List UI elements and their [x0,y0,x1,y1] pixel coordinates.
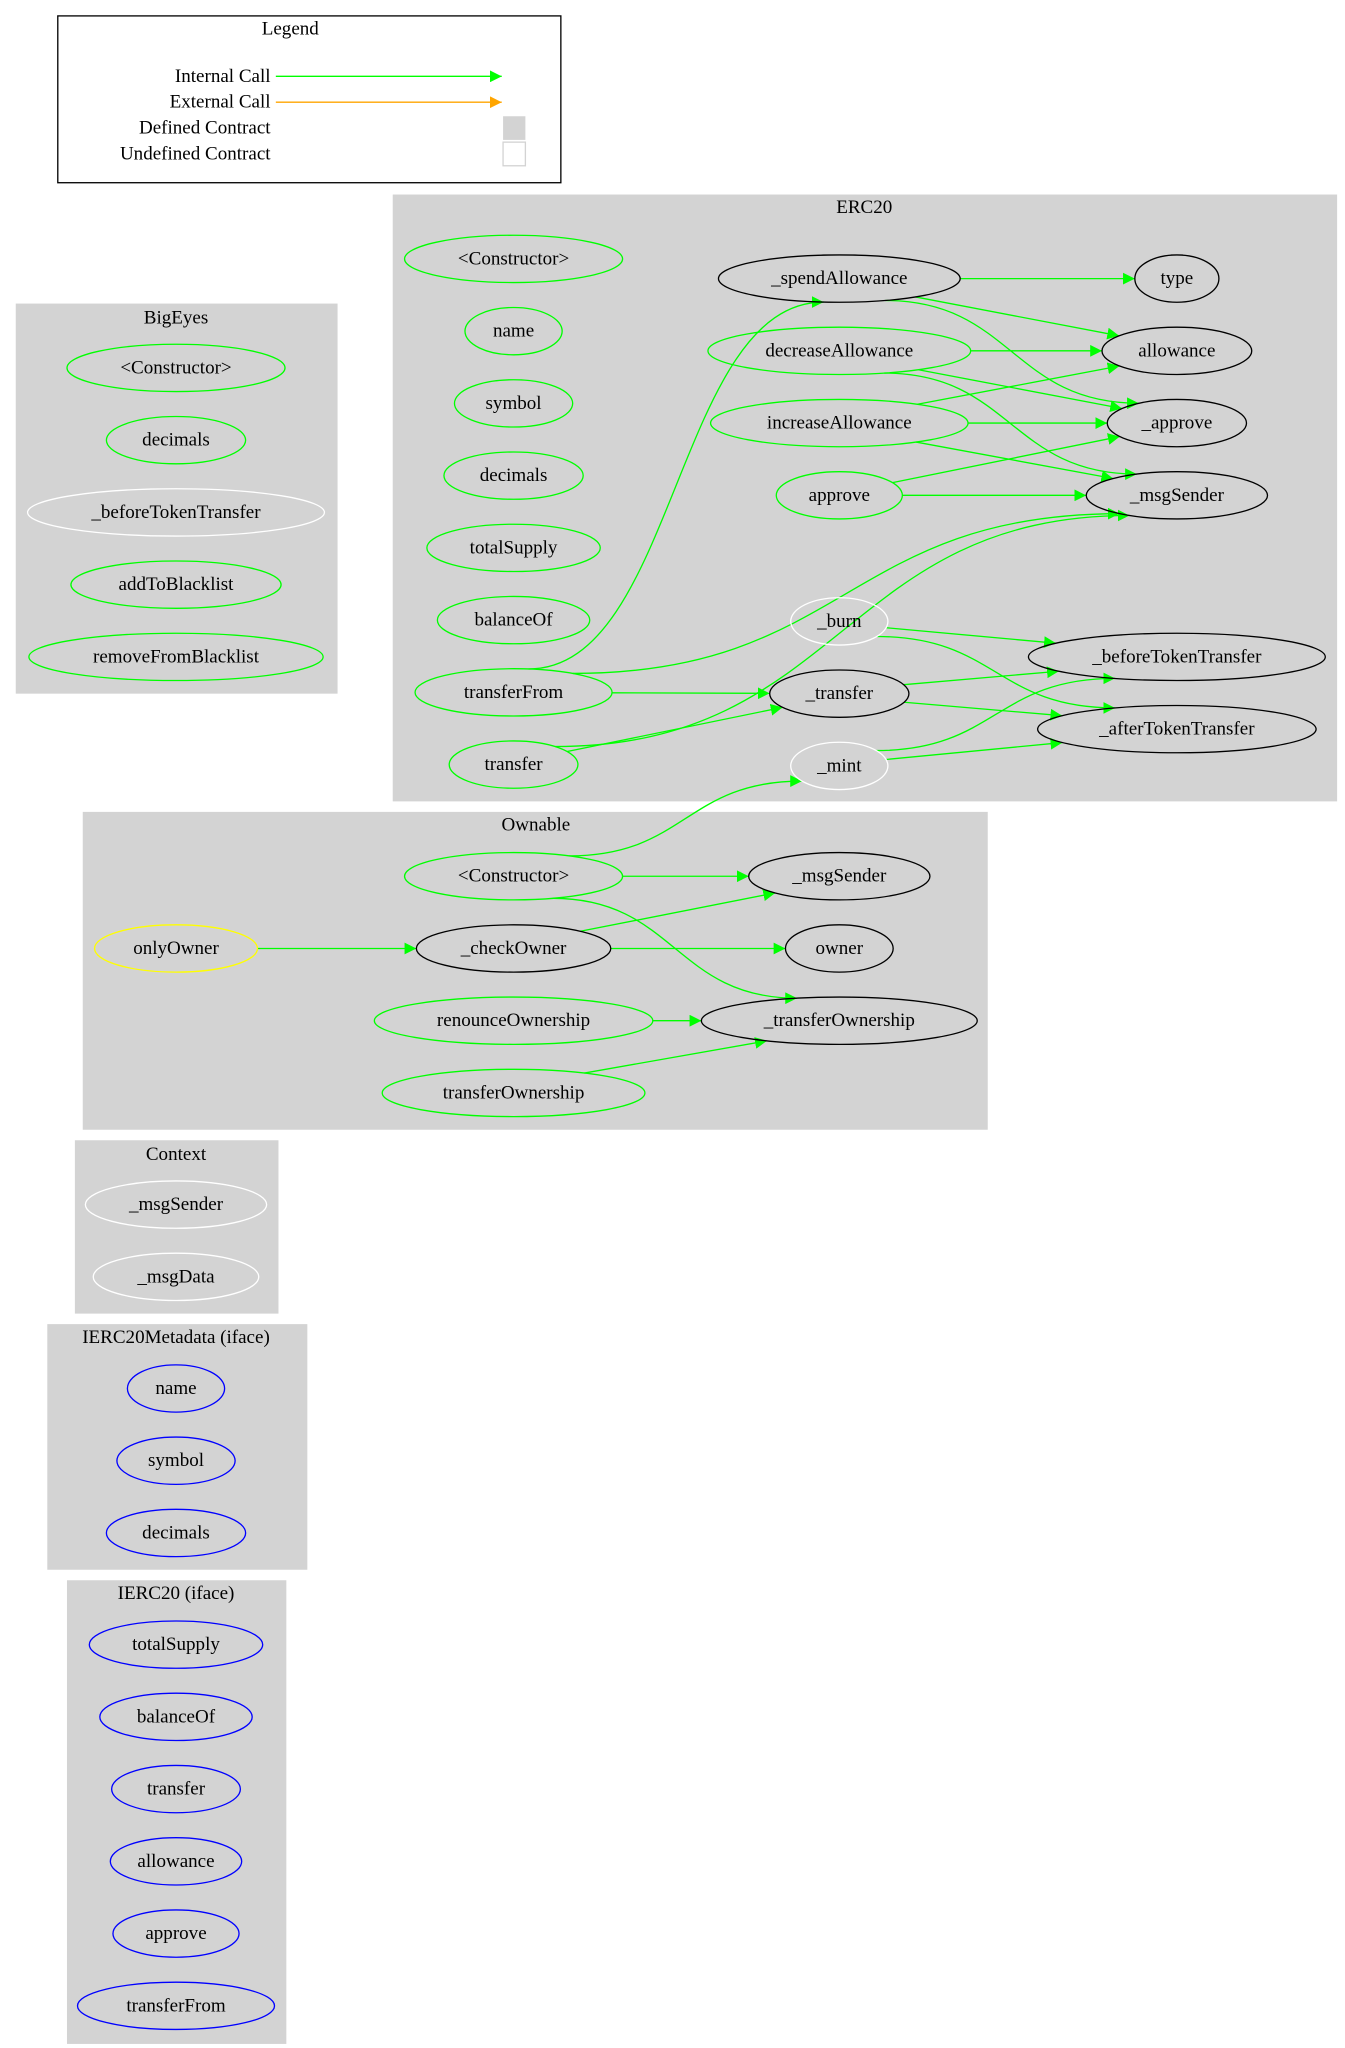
node-label: transfer [485,754,544,775]
cluster-title: Context [146,1144,207,1165]
node-label: _msgData [136,1266,215,1287]
cluster-background [74,1140,279,1314]
node-label: decimals [142,1522,210,1543]
node-label: decreaseAllowance [765,340,913,361]
node-label: approve [145,1923,206,1944]
node-label: _checkOwner [460,938,567,959]
legend-label: Internal Call [175,66,271,87]
node-label: _burn [816,611,862,632]
node-label: balanceOf [137,1706,216,1727]
node-label: <Constructor> [458,248,569,269]
cluster-title: IERC20 (iface) [118,1583,235,1604]
node-label: _afterTokenTransfer [1098,719,1255,740]
node-label: _msgSender [791,866,887,887]
node-label: balanceOf [474,610,553,631]
node-label: allowance [1138,340,1215,361]
node-label: totalSupply [132,1634,220,1655]
node-label: transferFrom [464,682,564,703]
node-label: <Constructor> [458,866,569,887]
cluster-title: Ownable [502,815,571,836]
legend-label: Defined Contract [139,118,271,139]
node-label: removeFromBlacklist [93,646,260,667]
node-label: transferFrom [126,1995,226,2016]
node-label: _msgSender [1129,485,1225,506]
legend-label: Undefined Contract [120,143,271,164]
node-label: totalSupply [470,537,558,558]
cluster-title: IERC20Metadata (iface) [82,1327,270,1348]
node-label: transferOwnership [443,1082,585,1103]
node-label: name [155,1378,196,1399]
node-label: symbol [148,1450,204,1471]
node-label: name [493,321,534,342]
node-label: decimals [142,430,210,451]
node-label: _approve [1140,413,1212,434]
legend-label: External Call [170,92,271,113]
legend-swatch [503,116,526,140]
cluster-title: BigEyes [144,308,209,329]
node-label: allowance [137,1851,214,1872]
node-label: _mint [816,755,862,776]
node-label: decimals [480,465,548,486]
node-label: _transferOwnership [763,1010,915,1031]
node-label: _msgSender [128,1194,224,1215]
cluster-context: Context [74,1140,279,1314]
call-edge [612,687,770,700]
node-label: owner [816,938,864,959]
node-label: addToBlacklist [119,574,235,595]
node-label: onlyOwner [133,938,219,959]
call-graph: Legend Internal Call External Call Defined … [15,15,1338,2044]
node-label: _beforeTokenTransfer [1091,646,1262,667]
node-label: _beforeTokenTransfer [90,502,261,523]
legend: Legend Internal Call External Call Defined … [57,15,562,184]
node-label: _transfer [804,683,873,704]
node-label: type [1160,268,1193,289]
node-label: _spendAllowance [770,268,907,289]
node-label: transfer [147,1779,206,1800]
legend-title: Legend [262,19,320,40]
cluster-title: ERC20 [836,197,892,218]
legend-swatch [502,141,527,167]
node-label: increaseAllowance [767,413,912,434]
node-label: renounceOwnership [437,1010,590,1031]
node-label: symbol [486,393,542,414]
node-label: <Constructor> [120,357,231,378]
node-label: approve [809,485,870,506]
